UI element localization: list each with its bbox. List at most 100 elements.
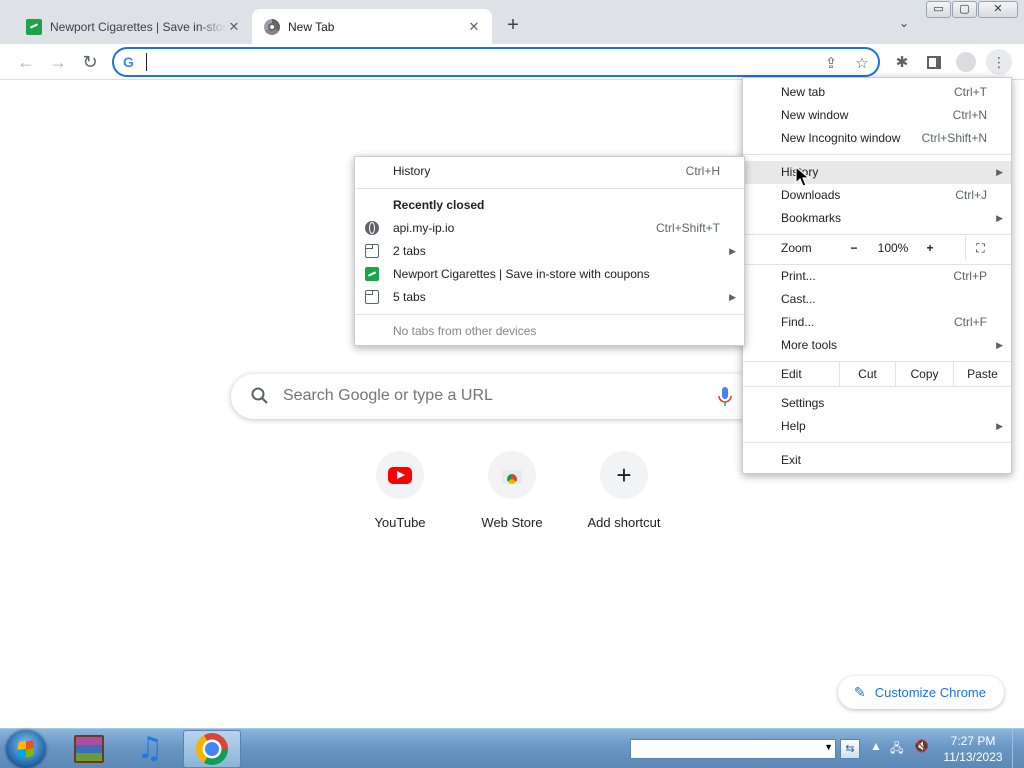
side-panel-icon[interactable]	[922, 50, 946, 74]
chrome-menu-kebab-icon[interactable]: ⋮	[986, 49, 1012, 75]
menu-item-label: Cast...	[781, 292, 816, 306]
taskbar-itunes[interactable]: ♫	[121, 730, 179, 768]
menu-item-exit[interactable]: Exit	[743, 449, 1011, 472]
start-button-icon[interactable]	[6, 730, 46, 768]
minimize-button[interactable]: ▭	[926, 1, 951, 18]
taskbar-clock[interactable]: 7:27 PM 11/13/2023	[938, 733, 1008, 765]
zoom-out-button[interactable]: −	[843, 236, 865, 260]
itunes-icon: ♫	[136, 731, 164, 766]
menu-item-label: Newport Cigarettes | Save in-store with …	[393, 267, 650, 281]
tab-new-tab[interactable]: New Tab ✕	[252, 9, 492, 44]
menu-divider	[743, 442, 1011, 443]
forward-arrow-icon[interactable]: →	[46, 50, 70, 74]
ntp-search-box[interactable]	[231, 374, 791, 419]
menu-item-bookmarks[interactable]: Bookmarks ▶	[743, 207, 1011, 230]
menu-divider	[355, 188, 744, 189]
menu-item-cast[interactable]: Cast...	[743, 288, 1011, 311]
menu-item-shortcut: Ctrl+N	[952, 108, 987, 122]
menu-item-new-tab[interactable]: New tab Ctrl+T	[743, 81, 1011, 104]
cut-button[interactable]: Cut	[839, 362, 895, 386]
tab-icon	[365, 290, 379, 304]
submenu-arrow-icon: ▶	[996, 421, 1003, 431]
address-bar[interactable]: G ⇪ ☆	[112, 47, 880, 77]
address-input[interactable]	[146, 53, 806, 71]
customize-chrome-button[interactable]: ✎ Customize Chrome	[838, 676, 1004, 709]
network-icon[interactable]: 🖧	[890, 739, 903, 760]
maximize-button[interactable]: ▢	[952, 1, 977, 18]
newport-favicon-icon	[26, 18, 42, 35]
submenu-arrow-icon: ▶	[996, 340, 1003, 350]
recent-item-newport[interactable]: Newport Cigarettes | Save in-store with …	[355, 263, 744, 286]
menu-divider	[743, 234, 1011, 235]
close-tab-icon[interactable]: ✕	[466, 19, 482, 35]
dropdown-arrow-icon[interactable]: ▼	[824, 742, 833, 752]
tray-expand-arrow-icon[interactable]: ▲	[870, 739, 882, 753]
clock-time: 7:27 PM	[950, 734, 996, 748]
shortcut-web-store[interactable]: Web Store	[456, 451, 568, 530]
fullscreen-icon[interactable]: ⛶	[965, 236, 995, 260]
zoom-in-button[interactable]: +	[919, 236, 941, 260]
menu-item-label: New tab	[781, 85, 826, 99]
share-icon[interactable]: ⇪	[820, 52, 842, 74]
menu-item-shortcut: Ctrl+T	[954, 85, 987, 99]
show-desktop-button[interactable]	[1012, 729, 1024, 768]
toolbar: ← → ↻ G ⇪ ☆ ✱ ⋮	[0, 44, 1024, 80]
back-arrow-icon[interactable]: ←	[14, 50, 38, 74]
close-window-button[interactable]: ✕	[978, 1, 1018, 18]
submenu-arrow-icon: ▶	[729, 246, 736, 256]
shortcut-youtube[interactable]: YouTube	[344, 451, 456, 530]
recently-closed-heading: Recently closed	[393, 198, 485, 212]
chrome-favicon-icon	[264, 18, 280, 35]
menu-item-label: Help	[781, 419, 806, 433]
recent-item-5-tabs[interactable]: 5 tabs ▶	[355, 286, 744, 309]
menu-item-label: 5 tabs	[393, 290, 426, 304]
microphone-icon[interactable]	[717, 386, 733, 408]
no-tabs-other-devices: No tabs from other devices	[393, 324, 537, 338]
profile-avatar-icon[interactable]	[954, 50, 978, 74]
history-submenu-history[interactable]: History Ctrl+H	[355, 160, 744, 183]
paste-button[interactable]: Paste	[953, 362, 1011, 386]
recent-item-2-tabs[interactable]: 2 tabs ▶	[355, 240, 744, 263]
menu-item-label: Settings	[781, 396, 825, 410]
menu-item-shortcut: Ctrl+Shift+N	[921, 131, 987, 145]
bookmark-star-icon[interactable]: ☆	[851, 52, 873, 74]
globe-icon	[365, 221, 379, 235]
zoom-level-value: 100%	[877, 241, 909, 255]
customize-chrome-label: Customize Chrome	[874, 685, 986, 700]
menu-item-history[interactable]: History ▶	[743, 161, 1011, 184]
new-tab-button[interactable]: +	[500, 14, 526, 38]
taskbar-address-field[interactable]: ▼	[630, 739, 836, 759]
copy-button[interactable]: Copy	[895, 362, 953, 386]
clock-date: 11/13/2023	[943, 750, 1003, 764]
menu-item-new-window[interactable]: New window Ctrl+N	[743, 104, 1011, 127]
youtube-icon	[388, 466, 412, 484]
shortcut-label: Add shortcut	[587, 515, 661, 530]
mouse-cursor-icon	[795, 166, 811, 187]
taskbar-winrar[interactable]	[60, 730, 118, 768]
reload-icon[interactable]: ↻	[78, 50, 102, 74]
ntp-search-input[interactable]	[283, 385, 703, 407]
shortcut-label: Web Store	[481, 515, 543, 530]
zoom-label: Zoom	[781, 241, 812, 255]
tab-newport[interactable]: Newport Cigarettes | Save in-store with …	[14, 9, 252, 44]
volume-muted-icon[interactable]: 🔇	[914, 739, 929, 753]
menu-item-downloads[interactable]: Downloads Ctrl+J	[743, 184, 1011, 207]
menu-item-settings[interactable]: Settings	[743, 392, 1011, 415]
shortcut-add[interactable]: + Add shortcut	[568, 451, 680, 530]
menu-item-label: Exit	[781, 453, 802, 467]
menu-item-find[interactable]: Find... Ctrl+F	[743, 311, 1011, 334]
menu-item-print[interactable]: Print... Ctrl+P	[743, 265, 1011, 288]
extensions-puzzle-icon[interactable]: ✱	[890, 50, 914, 74]
taskbar-go-icon[interactable]: ⇆	[840, 739, 860, 759]
menu-item-label: New Incognito window	[781, 131, 901, 145]
menu-item-new-incognito-window[interactable]: New Incognito window Ctrl+Shift+N	[743, 127, 1011, 150]
menu-item-help[interactable]: Help ▶	[743, 415, 1011, 438]
tab-search-chevron-icon[interactable]: ⌄	[894, 16, 914, 36]
taskbar-chrome[interactable]	[183, 730, 241, 768]
chrome-main-menu: New tab Ctrl+T New window Ctrl+N New Inc…	[742, 77, 1012, 474]
recent-item-api-my-ip[interactable]: api.my-ip.io Ctrl+Shift+T	[355, 217, 744, 240]
menu-item-more-tools[interactable]: More tools ▶	[743, 334, 1011, 357]
google-g-icon: G	[123, 54, 134, 70]
menu-item-label: New window	[781, 108, 849, 122]
close-tab-icon[interactable]: ✕	[226, 19, 242, 35]
